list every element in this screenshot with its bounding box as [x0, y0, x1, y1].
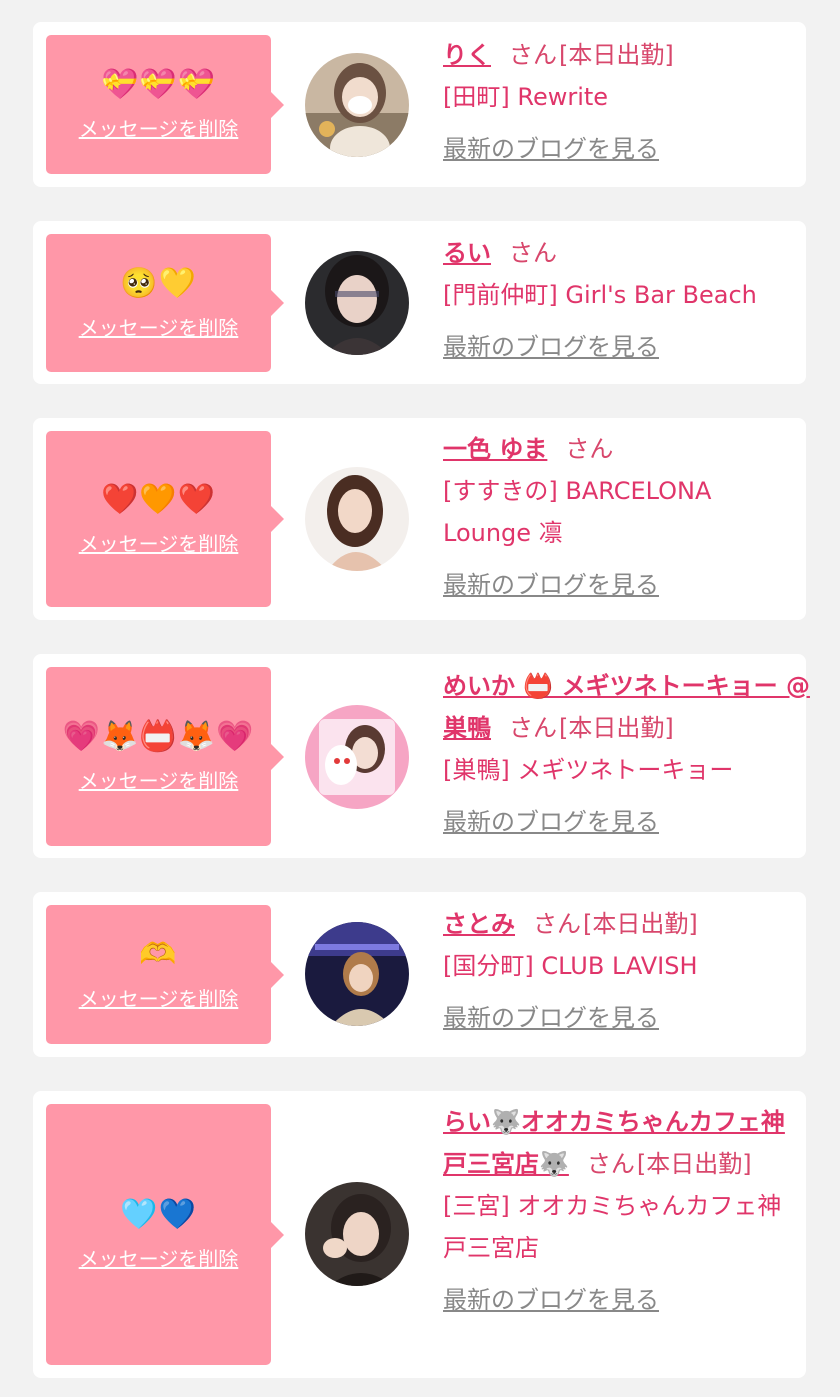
- cast-info: らい🐺オオカミちゃんカフェ神戸三宮店🐺 さん[本日出勤] [三宮] オオカミちゃん…: [443, 1101, 793, 1321]
- latest-blog-link[interactable]: 最新のブログを見る: [443, 326, 659, 368]
- message-emoji: 🫶: [139, 937, 178, 972]
- cast-info: りく さん[本日出勤] [田町] Rewrite 最新のブログを見る: [443, 34, 795, 170]
- message-emoji: 🥺💛: [120, 265, 197, 301]
- shift-status: [本日出勤]: [559, 714, 674, 742]
- delete-message-link[interactable]: メッセージを削除: [79, 312, 239, 341]
- honorific: さん: [509, 239, 557, 267]
- honorific: さん: [586, 1150, 635, 1178]
- avatar-photo: [305, 1182, 409, 1286]
- avatar[interactable]: [305, 1182, 409, 1286]
- message-bubble: 💗🦊📛🦊💗 メッセージを削除: [46, 667, 284, 846]
- cast-name-link[interactable]: 一色 ゆま: [443, 435, 547, 463]
- message-list: 💝💝💝 メッセージを削除 りく さん[本日出勤] [田町] Rewrite 最新の…: [0, 0, 840, 1397]
- delete-message-link[interactable]: メッセージを削除: [79, 983, 239, 1012]
- message-bubble: 💝💝💝 メッセージを削除: [46, 35, 284, 174]
- cast-info: るい さん [門前仲町] Girl's Bar Beach 最新のブログを見る: [443, 232, 795, 368]
- shop-name: [田町] Rewrite: [443, 83, 609, 111]
- avatar-photo: [305, 467, 409, 571]
- latest-blog-link[interactable]: 最新のブログを見る: [443, 1279, 659, 1321]
- shop-name: [門前仲町] Girl's Bar Beach: [443, 281, 757, 309]
- message-emoji: 💗🦊📛🦊💗: [62, 719, 255, 754]
- message-bubble: ❤️🧡❤️ メッセージを削除: [46, 431, 284, 607]
- cast-info: 一色 ゆま さん [すすきの] BARCELONA Lounge 凛 最新のブログ…: [443, 428, 795, 606]
- message-emoji: 💝💝💝: [100, 67, 217, 102]
- list-item: 💝💝💝 メッセージを削除 りく さん[本日出勤] [田町] Rewrite 最新の…: [33, 22, 806, 187]
- message-bubble: 🥺💛 メッセージを削除: [46, 234, 284, 372]
- shift-status: [本日出勤]: [636, 1150, 752, 1178]
- shop-name: [三宮] オオカミちゃんカフェ神戸三宮店: [443, 1192, 782, 1262]
- avatar[interactable]: [305, 922, 409, 1026]
- latest-blog-link[interactable]: 最新のブログを見る: [443, 128, 659, 170]
- shift-status: [本日出勤]: [583, 910, 698, 938]
- latest-blog-link[interactable]: 最新のブログを見る: [443, 997, 659, 1039]
- cast-name-link[interactable]: さとみ: [443, 910, 515, 938]
- message-emoji: ❤️🧡❤️: [100, 481, 217, 517]
- avatar[interactable]: [305, 467, 409, 571]
- shop-name: [巣鴨] メギツネトーキョー: [443, 756, 734, 784]
- cast-name-link[interactable]: りく: [443, 41, 491, 69]
- avatar-photo: [305, 922, 409, 1026]
- delete-message-link[interactable]: メッセージを削除: [79, 1243, 239, 1272]
- delete-message-link[interactable]: メッセージを削除: [79, 113, 239, 142]
- message-emoji: 🩵💙: [120, 1197, 197, 1232]
- avatar-photo: [305, 705, 409, 809]
- avatar[interactable]: [305, 705, 409, 809]
- honorific: さん: [509, 41, 557, 69]
- cast-info: めいか 📛 メギツネトーキョー @ 巣鴨 さん[本日出勤] [巣鴨] メギツネトー…: [443, 665, 828, 843]
- honorific: さん: [509, 714, 557, 742]
- list-item: 🫶 メッセージを削除 さとみ さん[本日出勤] [国分町] CLUB LAVISH…: [33, 892, 806, 1057]
- latest-blog-link[interactable]: 最新のブログを見る: [443, 564, 659, 606]
- list-item: 💗🦊📛🦊💗 メッセージを削除 めいか 📛 メギツネトーキョー @ 巣鴨 さん[本日…: [33, 654, 810, 858]
- honorific: さん: [565, 435, 614, 463]
- latest-blog-link[interactable]: 最新のブログを見る: [443, 801, 659, 843]
- delete-message-link[interactable]: メッセージを削除: [79, 528, 239, 557]
- list-item: 🩵💙 メッセージを削除 らい🐺オオカミちゃんカフェ神戸三宮店🐺 さん[本日出勤] …: [33, 1091, 806, 1378]
- list-item: 🥺💛 メッセージを削除 るい さん [門前仲町] Girl's Bar Beach…: [33, 221, 806, 384]
- message-bubble: 🫶 メッセージを削除: [46, 905, 284, 1044]
- delete-message-link[interactable]: メッセージを削除: [79, 765, 239, 794]
- honorific: さん: [533, 910, 581, 938]
- shop-name: [すすきの] BARCELONA Lounge 凛: [443, 477, 712, 547]
- avatar[interactable]: [305, 53, 409, 157]
- cast-info: さとみ さん[本日出勤] [国分町] CLUB LAVISH 最新のブログを見る: [443, 903, 795, 1039]
- list-item: ❤️🧡❤️ メッセージを削除 一色 ゆま さん [すすきの] BARCELONA …: [33, 418, 806, 620]
- avatar-photo: [305, 53, 409, 157]
- avatar-photo: [305, 251, 409, 355]
- message-bubble: 🩵💙 メッセージを削除: [46, 1104, 284, 1365]
- shift-status: [本日出勤]: [559, 41, 674, 69]
- avatar[interactable]: [305, 251, 409, 355]
- shop-name: [国分町] CLUB LAVISH: [443, 952, 698, 980]
- cast-name-link[interactable]: るい: [443, 239, 491, 267]
